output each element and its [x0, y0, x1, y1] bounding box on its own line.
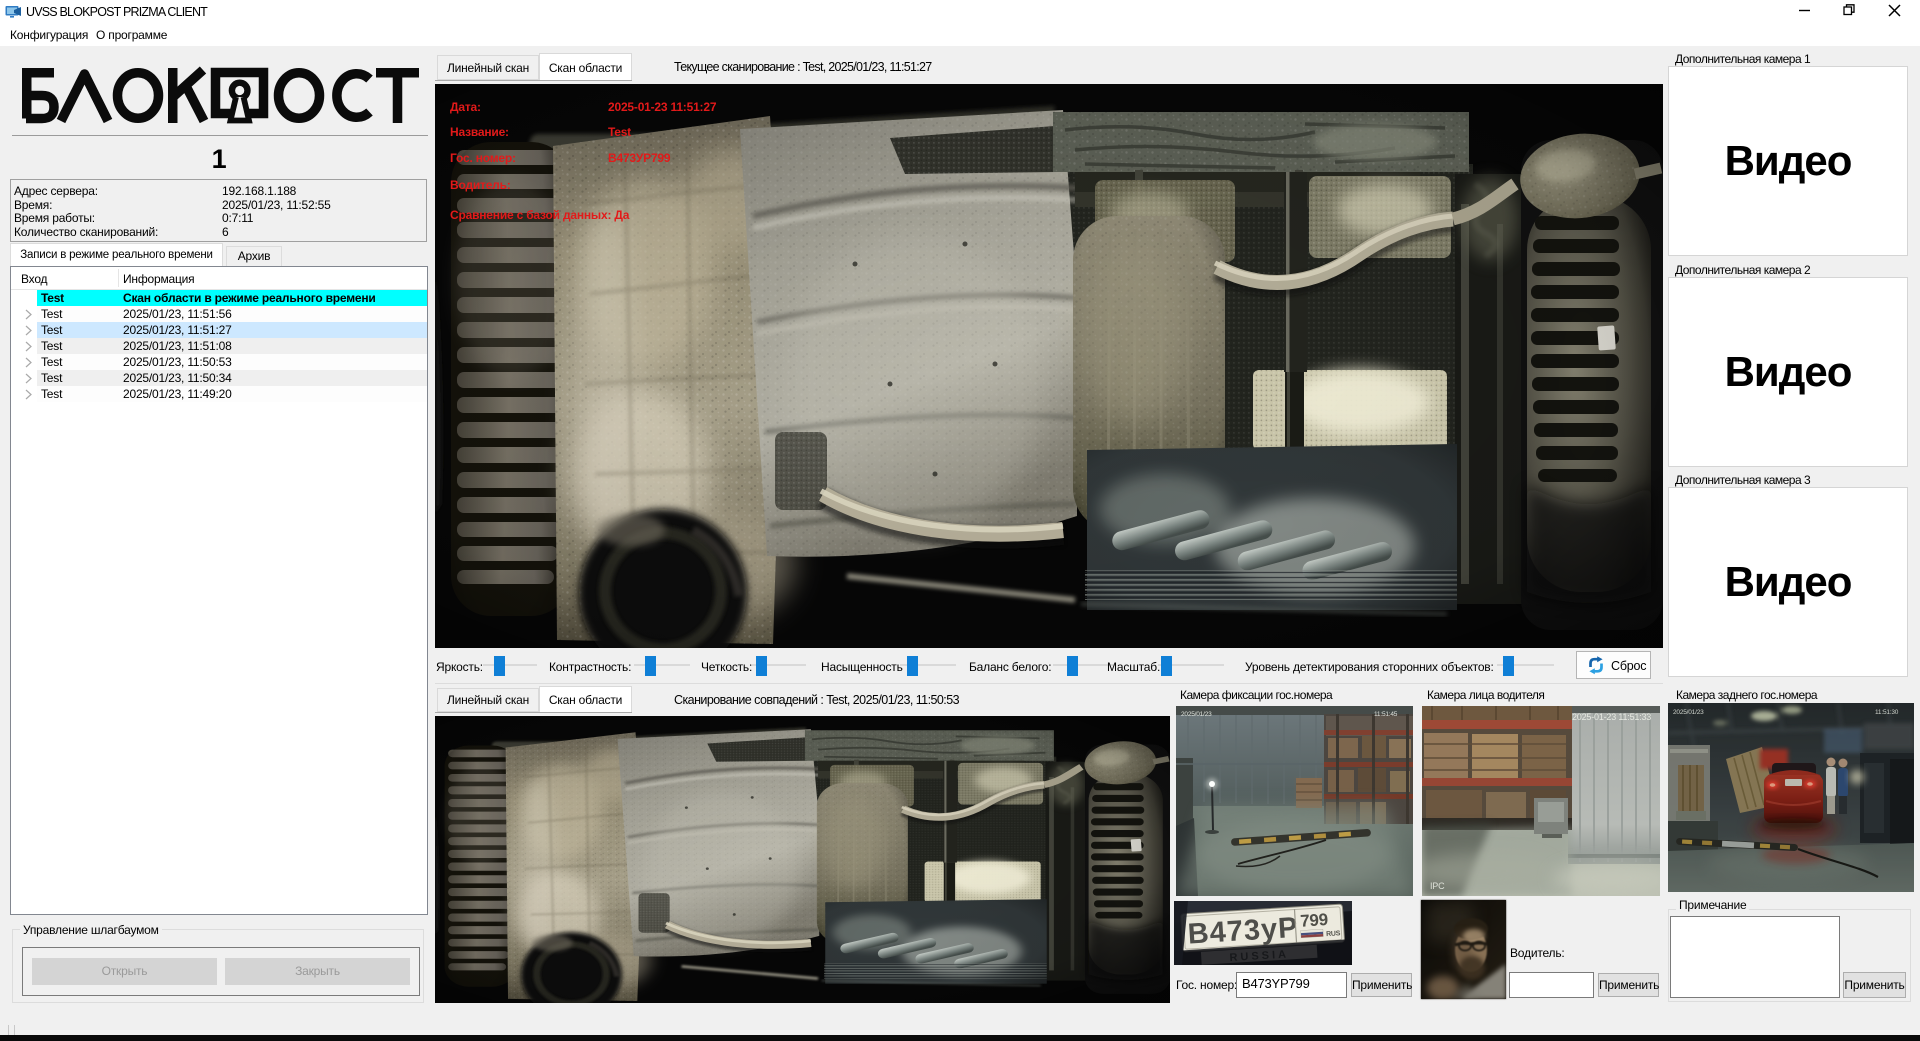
svg-text:2025-01-23 11:51:33: 2025-01-23 11:51:33: [1572, 712, 1651, 722]
svg-text:2025/01/23: 2025/01/23: [1673, 709, 1704, 716]
svg-text:11:51:30: 11:51:30: [1875, 709, 1899, 716]
svg-text:11:51:45: 11:51:45: [1374, 711, 1398, 718]
svg-text:2025/01/23: 2025/01/23: [1181, 711, 1212, 718]
svg-text:RUS: RUS: [1326, 930, 1341, 938]
svg-text:IPC: IPC: [1430, 881, 1445, 891]
svg-text:799: 799: [1300, 910, 1329, 931]
